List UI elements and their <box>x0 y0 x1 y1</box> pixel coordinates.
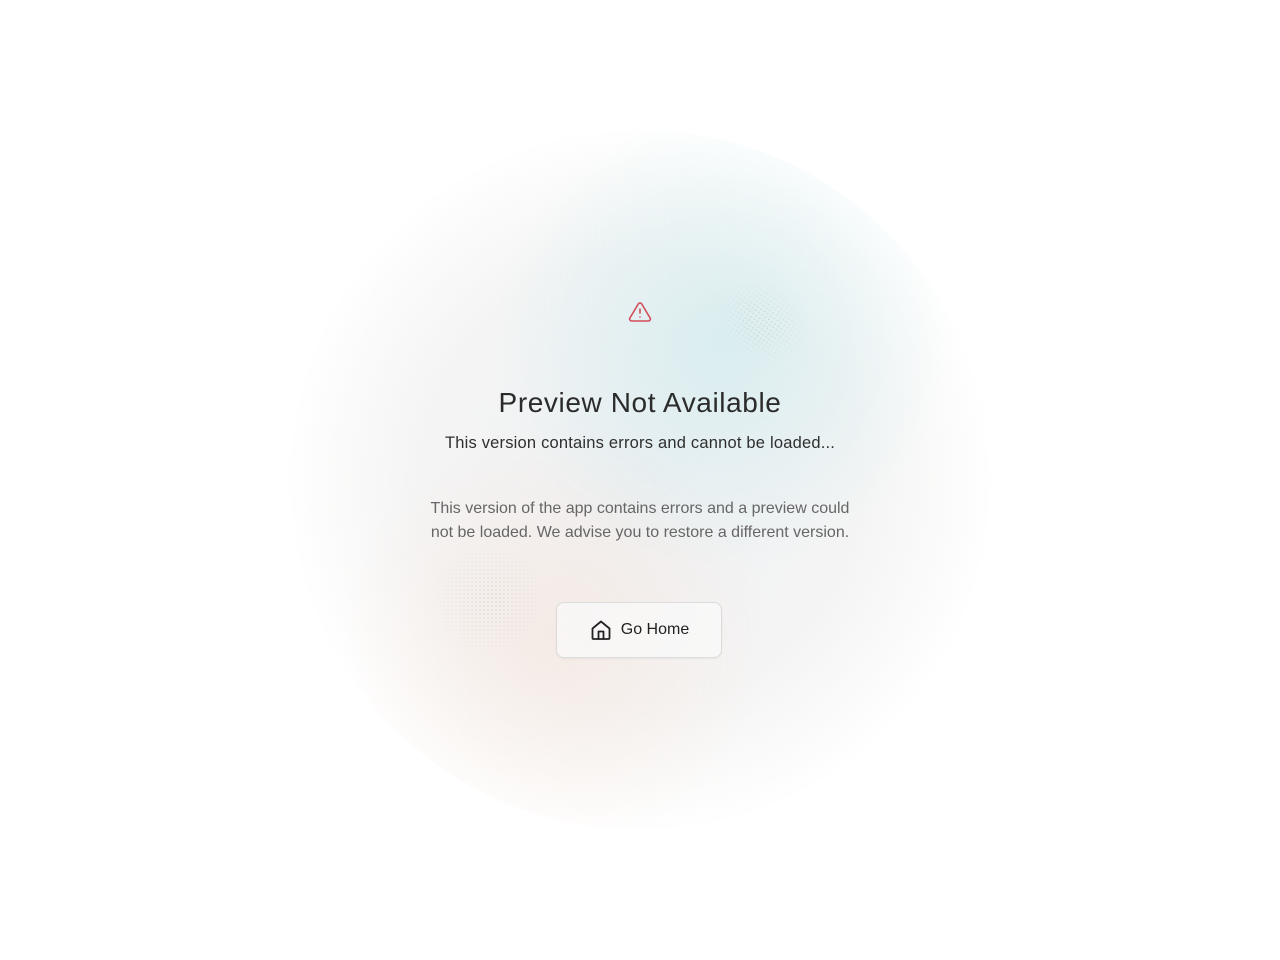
background-halo <box>290 130 990 830</box>
go-home-button[interactable]: Go Home <box>556 602 722 658</box>
home-icon <box>589 618 613 642</box>
error-description: This version of the app contains errors … <box>430 500 850 541</box>
page-subtitle: This version contains errors and cannot … <box>444 434 836 452</box>
error-page: Preview Not Available This version conta… <box>0 0 1280 960</box>
decorative-dot-pattern <box>430 540 550 660</box>
alert-triangle-icon <box>628 300 652 324</box>
go-home-label: Go Home <box>620 621 690 638</box>
page-title: Preview Not Available <box>498 387 782 418</box>
